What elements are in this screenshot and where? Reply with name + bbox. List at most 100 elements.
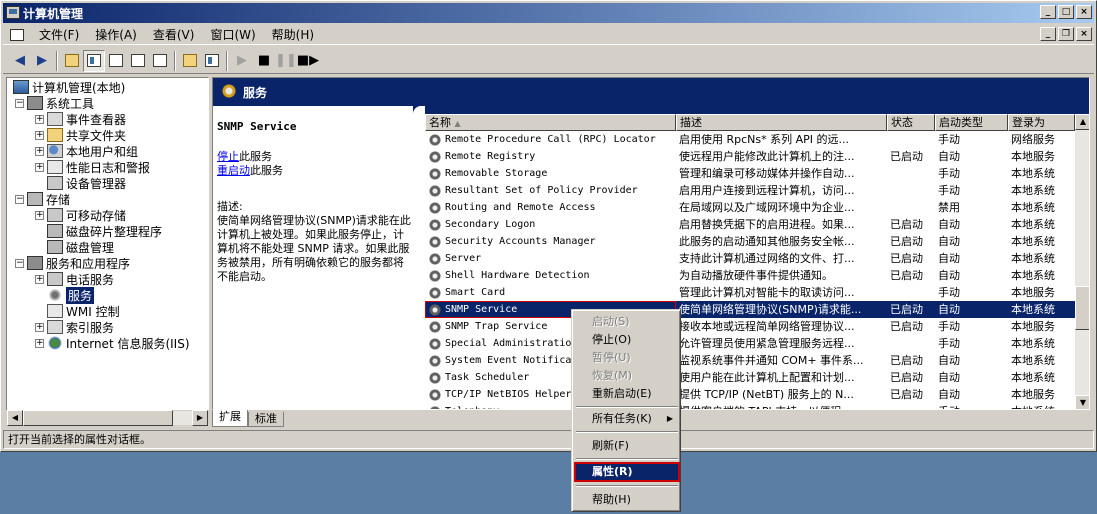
show-hide-action-pane-icon[interactable] xyxy=(201,50,223,72)
collapse-icon[interactable]: − xyxy=(15,258,24,268)
expand-icon[interactable]: + xyxy=(35,114,44,124)
menu-resume[interactable]: 恢复(M) xyxy=(575,367,679,385)
refresh-icon[interactable] xyxy=(127,50,149,72)
list-scroll-thumb[interactable] xyxy=(1075,286,1089,330)
collapse-icon[interactable]: − xyxy=(15,194,24,204)
close-button[interactable]: × xyxy=(1076,5,1092,19)
menu-stop[interactable]: 停止(O) xyxy=(575,331,679,349)
export-list-icon[interactable] xyxy=(149,50,171,72)
service-row[interactable]: TCP/IP NetBIOS Helper 提供 TCP/IP (NetBT) 服… xyxy=(425,386,1075,403)
menu-file[interactable]: 文件(F) xyxy=(31,26,87,43)
menu-action[interactable]: 操作(A) xyxy=(87,26,145,43)
expand-icon[interactable]: + xyxy=(35,146,44,156)
menu-refresh[interactable]: 刷新(F) xyxy=(575,437,679,455)
scroll-down-icon[interactable]: ▼ xyxy=(1075,395,1089,409)
menu-help[interactable]: 帮助(H) xyxy=(264,26,322,43)
stop-service-link[interactable]: 停止 xyxy=(217,150,239,163)
service-row[interactable]: Remote Procedure Call (RPC) Locator 启用使用 … xyxy=(425,131,1075,148)
service-row[interactable]: Smart Card 管理此计算机对智能卡的取读访问... 手动 本地服务 xyxy=(425,284,1075,301)
pause-service-icon[interactable]: ❚❚ xyxy=(275,50,297,72)
service-row[interactable]: System Event Notifica 监视系统事件并通知 COM+ 事件系.… xyxy=(425,352,1075,369)
menu-properties[interactable]: 属性(R) xyxy=(574,462,680,482)
up-folder-icon[interactable] xyxy=(61,50,83,72)
tab-standard[interactable]: 标准 xyxy=(248,412,284,427)
tree-item[interactable]: − 服务和应用程序 xyxy=(15,255,130,271)
minimize-button[interactable]: _ xyxy=(1040,5,1056,19)
service-row[interactable]: SNMP Service 使简单网络管理协议(SNMP)请求能... 已启动 自动 本地… xyxy=(425,301,1075,318)
show-tree-icon[interactable] xyxy=(83,49,105,72)
service-row[interactable]: Resultant Set of Policy Provider 启用用户连接到远… xyxy=(425,182,1075,199)
service-row[interactable]: Removable Storage 管理和编录可移动媒体并操作自动... 手动 本地系… xyxy=(425,165,1075,182)
expand-icon[interactable]: + xyxy=(35,210,44,220)
scroll-right-icon[interactable]: ▶ xyxy=(192,410,208,426)
collapse-icon[interactable]: − xyxy=(15,98,24,108)
tree-item[interactable]: 服务 xyxy=(35,286,95,304)
menu-restart[interactable]: 重新启动(E) xyxy=(575,385,679,403)
service-row[interactable]: SNMP Trap Service 接收本地或远程简单网络管理协议... 已启动 手动… xyxy=(425,318,1075,335)
tree-item[interactable]: 设备管理器 xyxy=(35,175,126,191)
expand-icon[interactable]: + xyxy=(35,130,44,140)
service-row[interactable]: Special Administration 允许管理员使用紧急管理服务远程...… xyxy=(425,335,1075,352)
tree-item[interactable]: − 存储 xyxy=(15,191,70,207)
column-status[interactable]: 状态 xyxy=(887,114,935,131)
scroll-thumb[interactable] xyxy=(23,410,173,426)
service-name-cell: Security Accounts Manager xyxy=(425,233,676,250)
tree-item[interactable]: + 索引服务 xyxy=(35,319,114,335)
tree-item[interactable]: + 事件查看器 xyxy=(35,111,126,127)
service-row[interactable]: Routing and Remote Access 在局域网以及广域网环境中为企业… xyxy=(425,199,1075,216)
service-row[interactable]: Shell Hardware Detection 为自动播放硬件事件提供通知。 已启… xyxy=(425,267,1075,284)
tree-item[interactable]: − 系统工具 xyxy=(15,95,94,111)
tree-horizontal-scrollbar[interactable]: ◀ ▶ xyxy=(6,410,209,426)
tree-item[interactable]: + 电话服务 xyxy=(35,271,114,287)
service-startup-cell: 自动 xyxy=(938,150,960,163)
mdi-restore-button[interactable]: ❐ xyxy=(1058,27,1074,41)
scroll-left-icon[interactable]: ◀ xyxy=(7,410,23,426)
tree-item[interactable]: + Internet 信息服务(IIS) xyxy=(35,335,190,351)
tree-item[interactable]: + 共享文件夹 xyxy=(35,127,126,143)
column-logon-as[interactable]: 登录为 xyxy=(1008,114,1075,131)
list-vertical-scrollbar[interactable]: ▲ ▼ xyxy=(1075,114,1089,409)
service-row[interactable]: Telephony提供客户端的 TAPI 支持，以便程...手动本地系统 xyxy=(425,403,1075,409)
expand-icon[interactable]: + xyxy=(35,162,44,172)
mdi-close-button[interactable]: × xyxy=(1076,27,1092,41)
tree-item[interactable]: + 本地用户和组 xyxy=(35,143,138,159)
scroll-up-icon[interactable]: ▲ xyxy=(1075,114,1089,130)
expand-icon[interactable]: + xyxy=(35,338,44,348)
menu-window[interactable]: 窗口(W) xyxy=(202,26,263,43)
service-description-cell: 启用替换凭据下的启用进程。如果... xyxy=(679,218,855,231)
menu-start[interactable]: 启动(S) xyxy=(575,313,679,331)
expand-icon[interactable]: + xyxy=(35,322,44,332)
menu-view[interactable]: 查看(V) xyxy=(145,26,203,43)
tab-extended[interactable]: 扩展 xyxy=(212,410,248,427)
service-row[interactable]: Secondary Logon 启用替换凭据下的启用进程。如果... 已启动 自动 本地… xyxy=(425,216,1075,233)
tree-item[interactable]: + 可移动存储 xyxy=(35,207,126,223)
expand-icon[interactable]: + xyxy=(35,274,44,284)
mdi-minimize-button[interactable]: _ xyxy=(1040,27,1056,41)
stop-service-icon[interactable]: ■ xyxy=(253,50,275,72)
service-name-cell: Remote Procedure Call (RPC) Locator xyxy=(425,131,676,148)
tree-item[interactable]: + 性能日志和警报 xyxy=(35,159,150,175)
tree-item[interactable]: WMI 控制 xyxy=(35,303,120,319)
menu-pause[interactable]: 暂停(U) xyxy=(575,349,679,367)
menu-all-tasks[interactable]: 所有任务(K) ▶ xyxy=(575,410,679,428)
maximize-button[interactable]: □ xyxy=(1058,5,1074,19)
back-arrow-icon[interactable]: ◀ xyxy=(9,50,31,72)
column-description[interactable]: 描述 xyxy=(676,114,887,131)
tree-root[interactable]: 计算机管理(本地) xyxy=(13,79,125,95)
service-row[interactable]: Remote Registry 使远程用户能修改此计算机上的注... 已启动 自动 本地… xyxy=(425,148,1075,165)
restart-service-icon[interactable]: ■▶ xyxy=(297,50,319,72)
column-startup-type[interactable]: 启动类型 xyxy=(935,114,1008,131)
menu-help[interactable]: 帮助(H) xyxy=(575,491,679,509)
service-row[interactable]: Security Accounts Manager 此服务的启动通知其他服务安全帐… xyxy=(425,233,1075,250)
restart-service-link[interactable]: 重启动 xyxy=(217,164,250,177)
help-icon[interactable] xyxy=(179,50,201,72)
forward-arrow-icon[interactable]: ▶ xyxy=(31,50,53,72)
tree-item[interactable]: 磁盘管理 xyxy=(35,239,114,255)
column-name[interactable]: 名称 ▲ xyxy=(425,114,676,131)
service-row[interactable]: Server 支持此计算机通过网络的文件、打... 已启动 自动 本地系统 xyxy=(425,250,1075,267)
start-service-icon[interactable]: ▶ xyxy=(231,50,253,72)
tree-item[interactable]: 磁盘碎片整理程序 xyxy=(35,223,162,239)
mdi-window-icon[interactable] xyxy=(9,28,25,42)
service-row[interactable]: Task Scheduler 使用户能在此计算机上配置和计划... 已启动 自动 本地系… xyxy=(425,369,1075,386)
properties-icon[interactable] xyxy=(105,50,127,72)
